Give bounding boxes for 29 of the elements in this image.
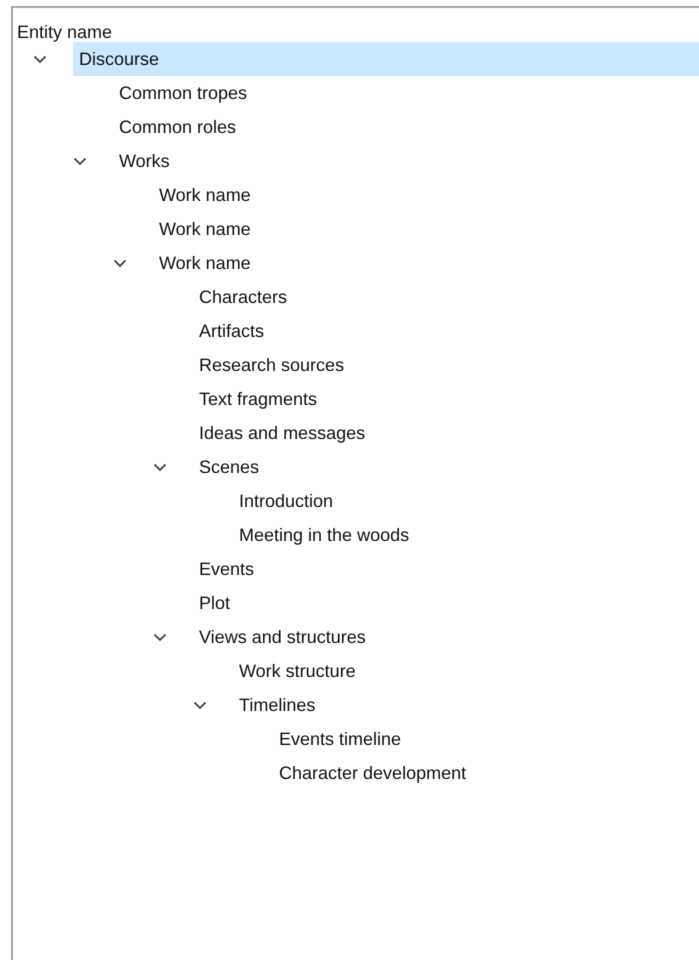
tree-item[interactable]: Events timeline xyxy=(273,722,699,756)
tree-item[interactable]: Work name xyxy=(153,212,699,246)
tree-item[interactable]: Common tropes xyxy=(113,76,699,110)
tree-item[interactable]: Text fragments xyxy=(193,382,699,416)
tree-item[interactable]: Events xyxy=(193,552,699,586)
tree-item[interactable]: Characters xyxy=(193,280,699,314)
tree-item[interactable]: Meeting in the woods xyxy=(233,518,699,552)
chevron-icon[interactable] xyxy=(193,700,207,710)
tree-item[interactable]: Timelines xyxy=(233,688,699,722)
tree-item[interactable]: Character development xyxy=(273,756,699,790)
tree-item[interactable]: Work name xyxy=(153,246,699,280)
tree-item[interactable]: Discourse xyxy=(73,42,699,76)
tree-item[interactable]: Views and structures xyxy=(193,620,699,654)
tree-item[interactable]: Ideas and messages xyxy=(193,416,699,450)
tree-item[interactable]: Research sources xyxy=(193,348,699,382)
chevron-icon[interactable] xyxy=(153,632,167,642)
chevron-icon[interactable] xyxy=(33,54,47,64)
tree-item[interactable]: Work name xyxy=(153,178,699,212)
chevron-icon[interactable] xyxy=(113,258,127,268)
chevron-icon[interactable] xyxy=(153,462,167,472)
column-header: Entity name xyxy=(16,21,114,42)
tree-item[interactable]: Artifacts xyxy=(193,314,699,348)
tree-item[interactable]: Introduction xyxy=(233,484,699,518)
tree-item[interactable]: Works xyxy=(113,144,699,178)
tree-item[interactable]: Work structure xyxy=(233,654,699,688)
tree-item[interactable]: Scenes xyxy=(193,450,699,484)
tree-item[interactable]: Plot xyxy=(193,586,699,620)
chevron-icon[interactable] xyxy=(73,156,87,166)
tree-item[interactable]: Common roles xyxy=(113,110,699,144)
